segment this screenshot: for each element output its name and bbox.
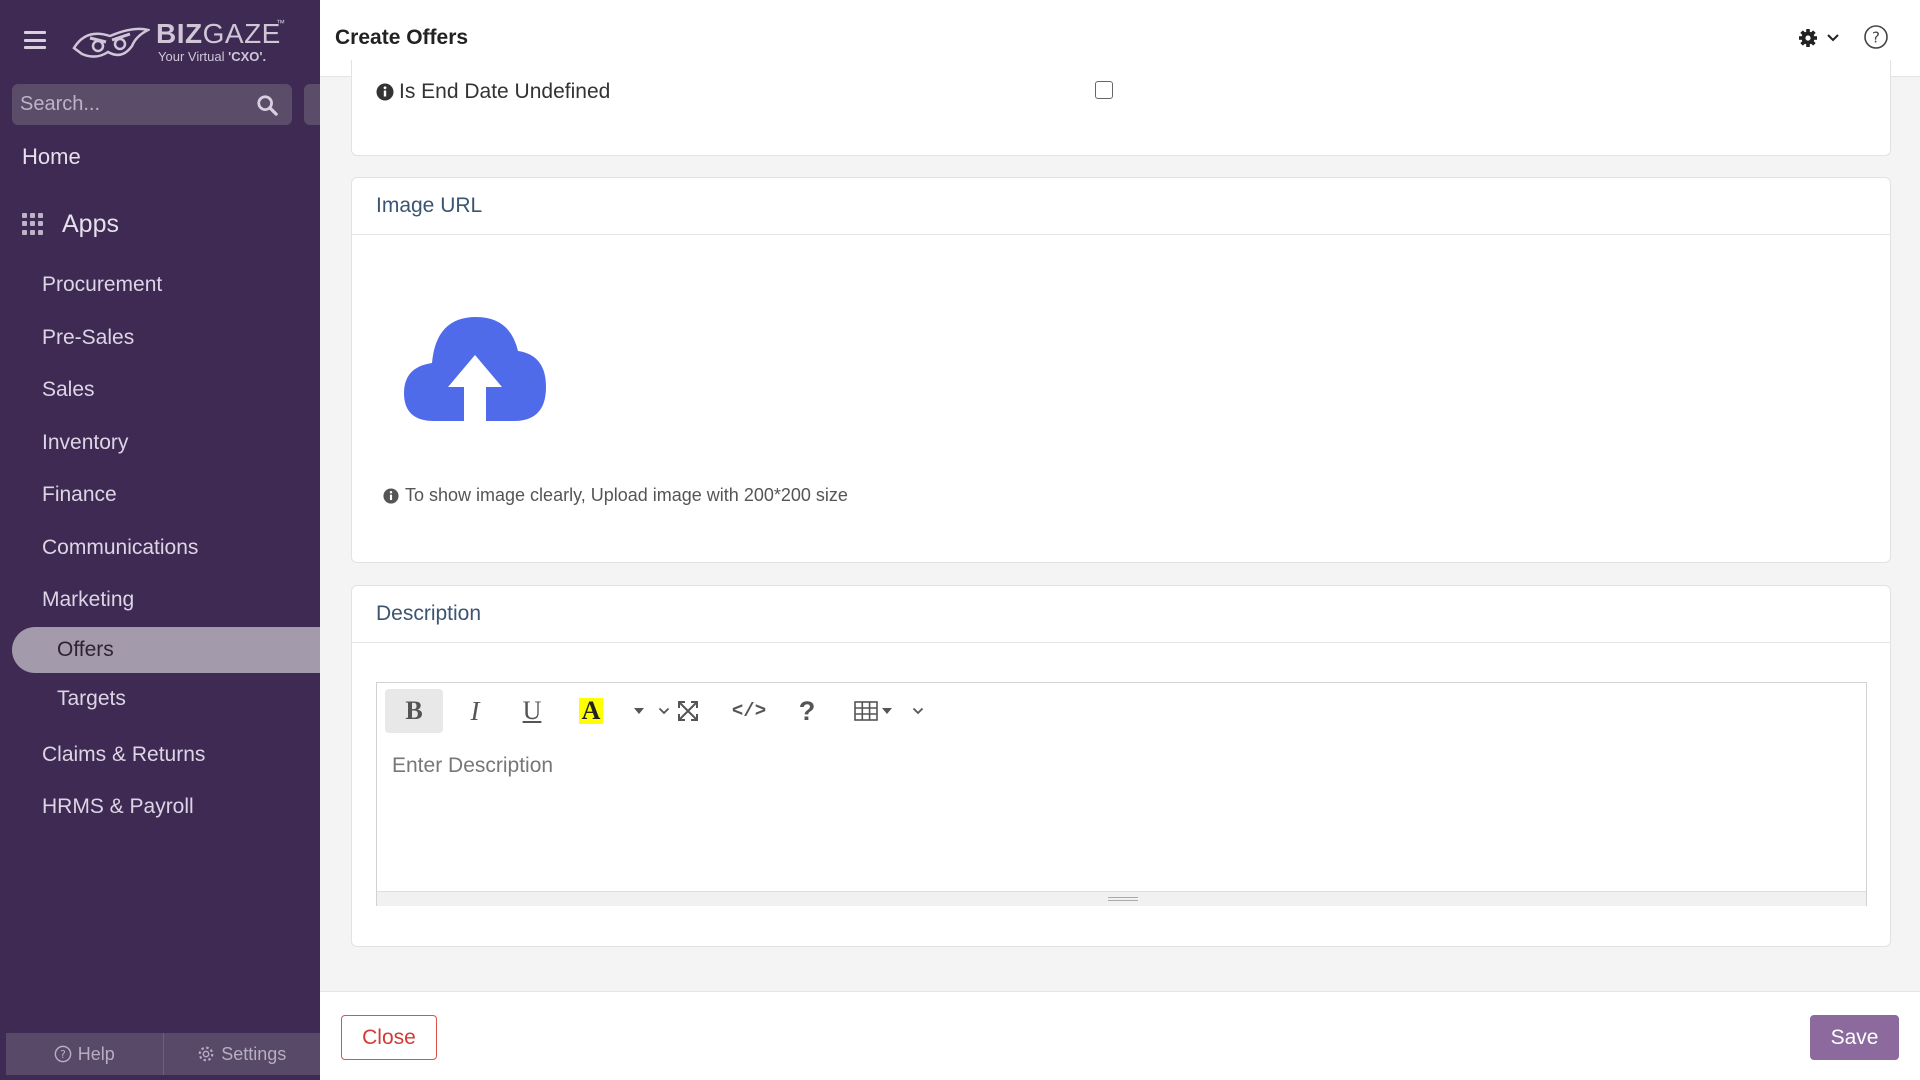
- create-offers-panel: Create Offers ? Is End Date Undefined Im…: [320, 0, 1920, 1080]
- sidebar: BIZGAZE ™ Your Virtual 'CXO'. Home Apps …: [0, 0, 320, 1080]
- gear-icon: [1799, 29, 1817, 47]
- text-color-label: A: [578, 698, 604, 724]
- brand-tagline: Your Virtual 'CXO'.: [158, 49, 267, 64]
- editor-toolbar: B I U A </> ?: [377, 683, 1866, 743]
- sidebar-item-inventory[interactable]: Inventory: [42, 431, 128, 455]
- settings-button[interactable]: Settings: [162, 1033, 321, 1075]
- sidebar-item-finance[interactable]: Finance: [42, 483, 117, 507]
- sidebar-item-pre-sales[interactable]: Pre-Sales: [42, 326, 134, 350]
- question-circle-icon[interactable]: ?: [1863, 24, 1889, 50]
- sidebar-item-apps[interactable]: Apps: [22, 208, 119, 240]
- sidebar-collapsed-tab[interactable]: [304, 84, 320, 125]
- svg-text:?: ?: [1872, 29, 1880, 47]
- hamburger-icon[interactable]: [24, 31, 46, 49]
- brand-trademark: ™: [276, 18, 285, 28]
- table-icon: [854, 701, 878, 721]
- image-size-hint: To show image clearly, Upload image with…: [383, 485, 848, 506]
- text-color-button[interactable]: A: [571, 689, 611, 733]
- sidebar-item-offers-label: Offers: [57, 638, 114, 661]
- chevron-down-icon: [658, 707, 670, 715]
- brand-logo[interactable]: BIZGAZE ™ Your Virtual 'CXO'.: [72, 18, 292, 68]
- gear-icon: [198, 1046, 214, 1062]
- sidebar-item-hrms-payroll[interactable]: HRMS & Payroll: [42, 795, 194, 819]
- cloud-upload-icon[interactable]: [402, 315, 548, 423]
- question-circle-icon: ?: [54, 1045, 72, 1063]
- page-title: Create Offers: [335, 26, 469, 49]
- editor-resize-handle[interactable]: [377, 891, 1866, 906]
- editor-help-button[interactable]: ?: [793, 689, 821, 733]
- sidebar-item-claims-returns[interactable]: Claims & Returns: [42, 743, 205, 767]
- more-options-chevron[interactable]: [910, 689, 926, 733]
- sidebar-item-targets[interactable]: Targets: [57, 687, 126, 711]
- expand-icon: [678, 701, 698, 721]
- description-input[interactable]: [392, 754, 1792, 814]
- underline-button[interactable]: U: [511, 689, 553, 733]
- sidebar-item-marketing[interactable]: Marketing: [42, 588, 134, 612]
- sidebar-item-home[interactable]: Home: [22, 144, 81, 170]
- info-circle-icon: [383, 487, 399, 504]
- info-circle-icon: [376, 83, 394, 101]
- chevron-down-icon: [1827, 34, 1839, 42]
- bold-button[interactable]: B: [385, 689, 443, 733]
- end-date-undefined-field: Is End Date Undefined: [376, 80, 610, 104]
- sidebar-header: BIZGAZE ™ Your Virtual 'CXO'.: [0, 0, 320, 82]
- search-icon[interactable]: [256, 94, 278, 116]
- form-footer: Close Save: [320, 991, 1920, 1080]
- settings-label: Settings: [221, 1043, 287, 1064]
- fullscreen-button[interactable]: [675, 689, 701, 733]
- image-url-card: Image URL To show image clearly, Upload …: [351, 177, 1891, 563]
- table-button[interactable]: [853, 689, 893, 733]
- help-label: Help: [77, 1043, 115, 1064]
- sidebar-apps-label: Apps: [62, 209, 119, 238]
- description-card: Description B I U A </> ? Enter Descript…: [351, 585, 1891, 947]
- end-date-undefined-label: Is End Date Undefined: [399, 80, 611, 103]
- sidebar-item-communications[interactable]: Communications: [42, 536, 198, 560]
- help-button[interactable]: ? Help: [6, 1033, 163, 1075]
- sidebar-footer: ? Help Settings: [6, 1033, 320, 1075]
- chevron-down-icon: [912, 707, 924, 715]
- sidebar-search: [12, 84, 292, 125]
- sidebar-item-offers[interactable]: Offers: [12, 627, 320, 673]
- image-url-header: Image URL: [352, 178, 1890, 235]
- save-button[interactable]: Save: [1810, 1015, 1899, 1060]
- color-dropdown-caret[interactable]: [631, 689, 647, 733]
- image-size-hint-text: To show image clearly, Upload image with…: [405, 485, 848, 505]
- settings-dropdown[interactable]: [1798, 26, 1846, 50]
- sidebar-item-sales[interactable]: Sales: [42, 378, 95, 402]
- caret-down-icon: [882, 707, 892, 714]
- description-header: Description: [352, 586, 1890, 643]
- italic-button[interactable]: I: [455, 689, 495, 733]
- brand-name: BIZGAZE: [156, 18, 281, 49]
- svg-text:?: ?: [60, 1048, 66, 1061]
- code-view-button[interactable]: </>: [729, 689, 769, 733]
- search-input[interactable]: [20, 84, 250, 125]
- caret-down-icon: [634, 708, 644, 714]
- owl-logo-icon: [72, 27, 150, 58]
- end-date-card: Is End Date Undefined: [351, 60, 1891, 156]
- grid-icon: [22, 213, 44, 235]
- close-button[interactable]: Close: [341, 1015, 437, 1060]
- paragraph-dropdown-chevron[interactable]: [657, 689, 671, 733]
- sidebar-item-procurement[interactable]: Procurement: [42, 273, 162, 297]
- rich-text-editor: B I U A </> ?: [376, 682, 1867, 906]
- end-date-undefined-checkbox[interactable]: [1095, 81, 1113, 99]
